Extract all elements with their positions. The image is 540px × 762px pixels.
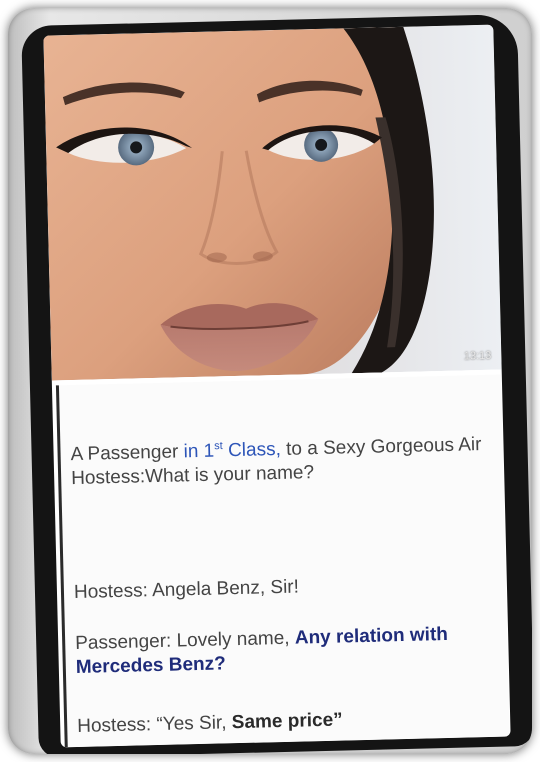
passenger-question-text: A Passenger in 1st Class, to a Sexy Gorg… <box>70 434 482 490</box>
hostess-punchline-text: Hostess: “Yes Sir, Same price” <box>77 709 343 738</box>
face-photo: 13:13 <box>43 24 502 381</box>
joke-text-card: A Passenger in 1st Class, to a Sexy Gorg… <box>55 374 510 748</box>
phone-device: 13:13 A Passenger in 1st Class, to a Sex… <box>21 14 532 754</box>
face-illustration <box>43 24 502 381</box>
hostess-reply-text: Hostess: Angela Benz, Sir! <box>73 576 300 604</box>
photo-timestamp: 13:13 <box>463 349 492 363</box>
image-frame: 13:13 A Passenger in 1st Class, to a Sex… <box>8 8 532 754</box>
passenger-followup-text: Passenger: Lovely name, Any relation wit… <box>74 623 449 679</box>
phone-screen: 13:13 A Passenger in 1st Class, to a Sex… <box>43 24 511 748</box>
